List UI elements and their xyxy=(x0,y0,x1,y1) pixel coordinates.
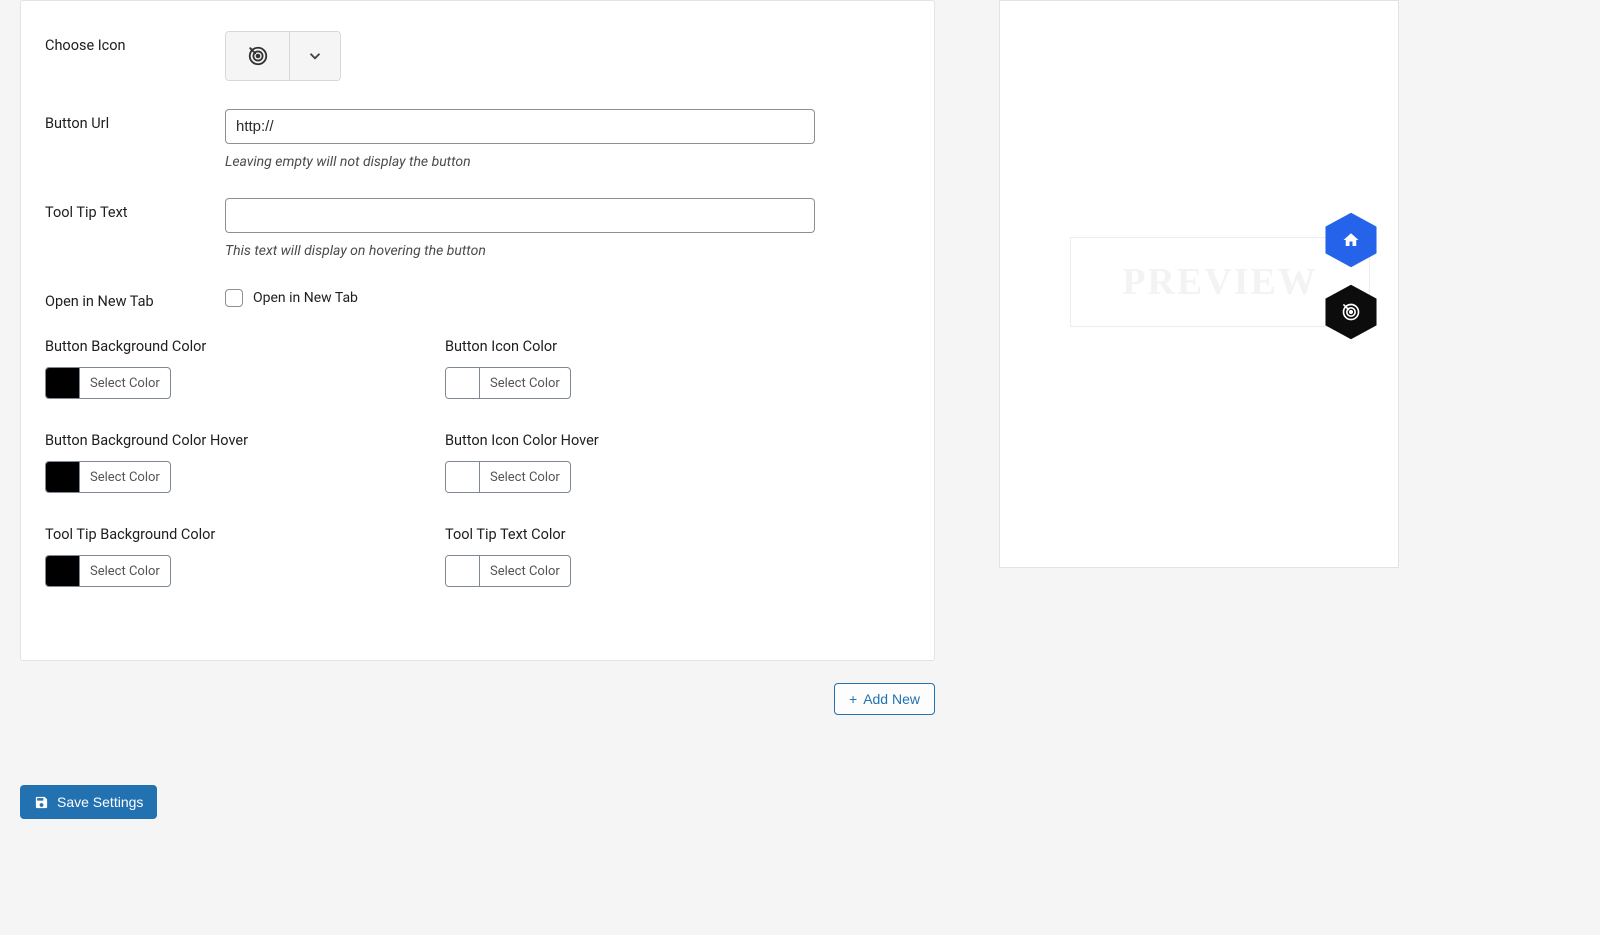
panel-body: Choose Icon xyxy=(21,1,934,660)
color-col-left: Button Background Color Select Color But… xyxy=(45,338,445,620)
add-new-button[interactable]: + Add New xyxy=(834,683,935,715)
swatch-icon-hover-color xyxy=(446,462,480,492)
row-open-new-tab: Open in New Tab Open in New Tab xyxy=(45,287,910,310)
save-row: Save Settings xyxy=(20,785,935,819)
icon-preview xyxy=(226,32,290,80)
add-new-label: Add New xyxy=(863,691,920,707)
picker-tip-bg-color-label: Select Color xyxy=(80,556,170,586)
field-tip-text-color: Tool Tip Text Color Select Color xyxy=(445,526,845,590)
home-icon xyxy=(1342,231,1360,253)
label-tip-bg-color: Tool Tip Background Color xyxy=(45,526,445,543)
field-button-url: Leaving empty will not display the butto… xyxy=(225,109,910,170)
icon-picker[interactable] xyxy=(225,31,341,81)
field-open-new-tab: Open in New Tab xyxy=(225,287,910,307)
field-bg-hover-color: Button Background Color Hover Select Col… xyxy=(45,432,445,496)
settings-column: Choose Icon xyxy=(20,0,935,819)
bullseye-icon xyxy=(247,45,269,67)
picker-icon-color-label: Select Color xyxy=(480,368,570,398)
field-tooltip-text: This text will display on hovering the b… xyxy=(225,198,910,259)
label-button-url: Button Url xyxy=(45,109,225,132)
label-open-new-tab: Open in New Tab xyxy=(45,287,225,310)
color-grid: Button Background Color Select Color But… xyxy=(45,338,910,620)
picker-bg-color[interactable]: Select Color xyxy=(45,367,171,399)
picker-tip-text-color-label: Select Color xyxy=(480,556,570,586)
button-panel: Choose Icon xyxy=(20,0,935,661)
field-icon-color: Button Icon Color Select Color xyxy=(445,338,845,402)
picker-icon-color[interactable]: Select Color xyxy=(445,367,571,399)
preview-card: PREVIEW xyxy=(999,0,1399,568)
chevron-down-icon xyxy=(306,47,324,65)
color-col-right: Button Icon Color Select Color Button Ic… xyxy=(445,338,845,620)
field-bg-color: Button Background Color Select Color xyxy=(45,338,445,402)
preview-watermark: PREVIEW xyxy=(1122,260,1318,304)
save-settings-label: Save Settings xyxy=(57,794,143,810)
preview-hex-bullseye[interactable] xyxy=(1322,283,1380,345)
picker-icon-hover-color[interactable]: Select Color xyxy=(445,461,571,493)
tooltip-text-hint: This text will display on hovering the b… xyxy=(225,243,910,259)
label-choose-icon: Choose Icon xyxy=(45,31,225,54)
row-choose-icon: Choose Icon xyxy=(45,31,910,81)
swatch-bg-hover-color xyxy=(46,462,80,492)
swatch-bg-color xyxy=(46,368,80,398)
row-button-url: Button Url Leaving empty will not displa… xyxy=(45,109,910,170)
label-bg-color: Button Background Color xyxy=(45,338,445,355)
field-tip-bg-color: Tool Tip Background Color Select Color xyxy=(45,526,445,590)
preview-hex-home[interactable] xyxy=(1322,211,1380,273)
label-bg-hover-color: Button Background Color Hover xyxy=(45,432,445,449)
swatch-tip-text-color xyxy=(446,556,480,586)
save-icon xyxy=(34,795,49,810)
open-new-tab-checkbox[interactable] xyxy=(225,289,243,307)
picker-bg-color-label: Select Color xyxy=(80,368,170,398)
field-choose-icon xyxy=(225,31,910,81)
button-url-input[interactable] xyxy=(225,109,815,144)
button-url-hint: Leaving empty will not display the butto… xyxy=(225,154,910,170)
row-tooltip-text: Tool Tip Text This text will display on … xyxy=(45,198,910,259)
label-icon-color: Button Icon Color xyxy=(445,338,845,355)
plus-icon: + xyxy=(849,691,857,707)
save-settings-button[interactable]: Save Settings xyxy=(20,785,157,819)
preview-column: PREVIEW xyxy=(999,0,1399,819)
swatch-tip-bg-color xyxy=(46,556,80,586)
picker-bg-hover-color[interactable]: Select Color xyxy=(45,461,171,493)
label-tip-text-color: Tool Tip Text Color xyxy=(445,526,845,543)
label-tooltip-text: Tool Tip Text xyxy=(45,198,225,221)
picker-icon-hover-color-label: Select Color xyxy=(480,462,570,492)
swatch-icon-color xyxy=(446,368,480,398)
icon-picker-toggle[interactable] xyxy=(290,32,340,80)
add-new-row: + Add New xyxy=(20,683,935,715)
picker-tip-text-color[interactable]: Select Color xyxy=(445,555,571,587)
bullseye-icon xyxy=(1341,302,1361,326)
field-icon-hover-color: Button Icon Color Hover Select Color xyxy=(445,432,845,496)
open-new-tab-checkbox-label: Open in New Tab xyxy=(253,290,358,306)
picker-tip-bg-color[interactable]: Select Color xyxy=(45,555,171,587)
picker-bg-hover-color-label: Select Color xyxy=(80,462,170,492)
label-icon-hover-color: Button Icon Color Hover xyxy=(445,432,845,449)
tooltip-text-input[interactable] xyxy=(225,198,815,233)
